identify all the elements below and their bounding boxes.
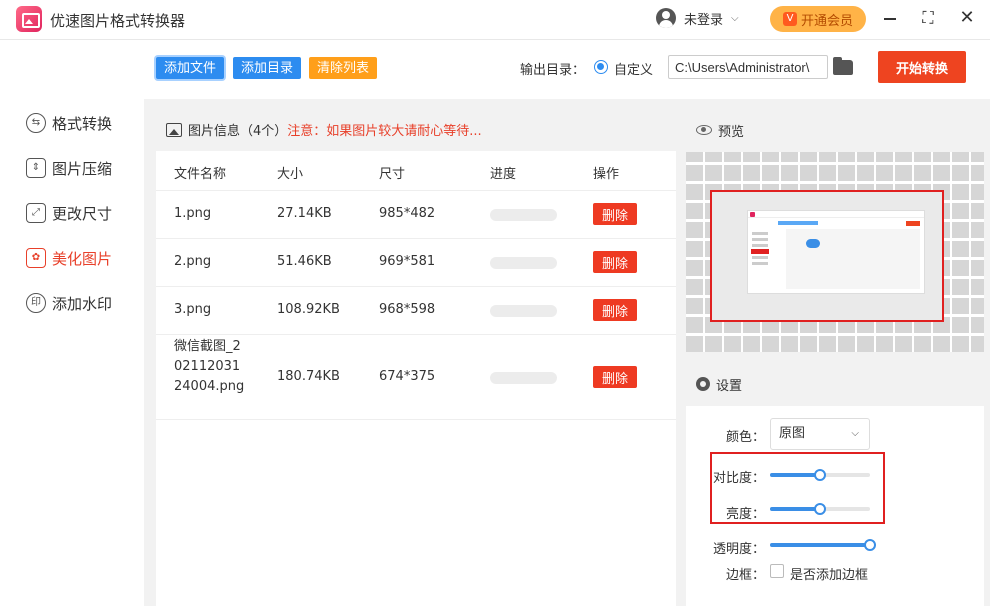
color-label: 颜色： bbox=[726, 430, 766, 445]
preview-panel: 预览 bbox=[686, 108, 984, 352]
app-title: 优速图片格式转换器 bbox=[50, 12, 186, 30]
eye-icon bbox=[696, 125, 712, 135]
file-dims: 969*581 bbox=[379, 254, 436, 269]
table-row: 2.png 51.46KB 969*581 删除 bbox=[156, 239, 676, 287]
border-label: 边框： bbox=[726, 568, 766, 583]
chevron-down-icon: ⌵ bbox=[851, 428, 859, 439]
compress-icon: ⇕ bbox=[26, 158, 46, 178]
app-logo-icon bbox=[16, 6, 42, 32]
preview-header: 预览 bbox=[686, 108, 984, 152]
sidebar-item-beautify[interactable]: ✿ 美化图片 bbox=[26, 246, 112, 270]
watermark-icon: 印 bbox=[26, 293, 46, 313]
opacity-label: 透明度： bbox=[713, 542, 766, 557]
file-name: 1.png bbox=[174, 206, 212, 221]
col-action: 操作 bbox=[593, 167, 620, 182]
delete-button[interactable]: 删除 bbox=[593, 366, 637, 388]
file-dims: 968*598 bbox=[379, 302, 436, 317]
file-panel-title: 图片信息 bbox=[188, 124, 241, 139]
table-row: 1.png 27.14KB 985*482 删除 bbox=[156, 191, 676, 239]
file-panel-header: 图片信息 （4个） 注意：如果图片较大请耐心等待... bbox=[156, 108, 676, 151]
progress-bar bbox=[490, 372, 557, 384]
file-count: （4个） bbox=[240, 124, 288, 139]
file-size: 27.14KB bbox=[277, 206, 332, 221]
vip-label: 开通会员 bbox=[800, 13, 853, 29]
contrast-label: 对比度： bbox=[713, 471, 766, 486]
custom-radio[interactable] bbox=[594, 60, 608, 74]
vip-icon: V bbox=[782, 12, 797, 26]
output-path-input[interactable] bbox=[668, 55, 828, 79]
delete-button[interactable]: 删除 bbox=[593, 203, 637, 225]
border-checkbox-label[interactable]: 是否添加边框 bbox=[790, 564, 868, 583]
brightness-slider[interactable] bbox=[770, 500, 870, 518]
col-progress: 进度 bbox=[490, 167, 517, 182]
sidebar-item-label: 更改尺寸 bbox=[52, 204, 113, 223]
cloud-icon bbox=[806, 239, 820, 248]
preview-thumbnail bbox=[747, 210, 925, 294]
swap-icon: ⇆ bbox=[26, 113, 46, 133]
file-dims: 985*482 bbox=[379, 206, 436, 221]
title-bar: 优速图片格式转换器 未登录 ⌵ V 开通会员 ⛶ ✕ bbox=[0, 0, 990, 40]
output-dir-label: 输出目录： bbox=[520, 63, 586, 78]
table-header: 文件名称 大小 尺寸 进度 操作 bbox=[156, 151, 676, 191]
border-checkbox[interactable] bbox=[770, 564, 784, 578]
user-avatar-icon bbox=[656, 8, 676, 28]
sidebar-item-format-convert[interactable]: ⇆ 格式转换 bbox=[26, 111, 112, 135]
sidebar-item-compress[interactable]: ⇕ 图片压缩 bbox=[26, 156, 112, 180]
progress-bar bbox=[490, 305, 557, 317]
color-select-value: 原图 bbox=[779, 426, 806, 441]
contrast-slider[interactable] bbox=[770, 466, 870, 484]
fullscreen-icon[interactable]: ⛶ bbox=[918, 8, 938, 28]
toolbar: 添加文件 添加目录 清除列表 输出目录： 自定义 开始转换 bbox=[144, 41, 990, 99]
beautify-icon: ✿ bbox=[26, 248, 46, 268]
sidebar-item-label: 美化图片 bbox=[52, 249, 113, 268]
vip-button[interactable]: V 开通会员 bbox=[770, 6, 866, 32]
progress-bar bbox=[490, 257, 557, 269]
minimize-icon[interactable] bbox=[880, 8, 900, 28]
col-size: 大小 bbox=[277, 167, 304, 182]
preview-highlight-frame bbox=[710, 190, 944, 322]
settings-panel: 设置 颜色： 原图 ⌵ 对比度： 亮度： 透明度： 边框： 是否添加边框 bbox=[686, 362, 984, 606]
sidebar: ⇆ 格式转换 ⇕ 图片压缩 ⤢ 更改尺寸 ✿ 美化图片 印 添加水印 bbox=[0, 41, 144, 606]
sidebar-item-resize[interactable]: ⤢ 更改尺寸 bbox=[26, 201, 112, 225]
file-dims: 674*375 bbox=[379, 369, 436, 384]
file-size: 108.92KB bbox=[277, 302, 340, 317]
close-icon[interactable]: ✕ bbox=[957, 8, 977, 28]
delete-button[interactable]: 删除 bbox=[593, 251, 637, 273]
file-size: 51.46KB bbox=[277, 254, 332, 269]
gear-icon bbox=[696, 377, 710, 391]
settings-header: 设置 bbox=[686, 362, 984, 406]
user-login-label: 未登录 bbox=[684, 12, 724, 28]
sidebar-item-label: 格式转换 bbox=[52, 114, 113, 133]
sidebar-item-watermark[interactable]: 印 添加水印 bbox=[26, 291, 112, 315]
file-name: 3.png bbox=[174, 302, 212, 317]
start-convert-button[interactable]: 开始转换 bbox=[878, 51, 966, 83]
clear-list-button[interactable]: 清除列表 bbox=[309, 57, 378, 79]
sidebar-item-label: 图片压缩 bbox=[52, 159, 113, 178]
col-dims: 尺寸 bbox=[379, 167, 406, 182]
color-select[interactable]: 原图 ⌵ bbox=[770, 418, 870, 450]
add-directory-button[interactable]: 添加目录 bbox=[233, 57, 302, 79]
table-row: 微信截图_20211203124004.png 180.74KB 674*375… bbox=[156, 335, 676, 420]
table-row: 3.png 108.92KB 968*598 删除 bbox=[156, 287, 676, 335]
delete-button[interactable]: 删除 bbox=[593, 299, 637, 321]
folder-icon[interactable] bbox=[833, 57, 853, 75]
brightness-label: 亮度： bbox=[726, 507, 766, 522]
settings-title: 设置 bbox=[716, 378, 743, 394]
opacity-slider[interactable] bbox=[770, 536, 876, 554]
custom-radio-label[interactable]: 自定义 bbox=[614, 59, 653, 78]
file-list-panel: 图片信息 （4个） 注意：如果图片较大请耐心等待... 文件名称 大小 尺寸 进… bbox=[156, 108, 676, 606]
image-icon bbox=[166, 122, 182, 137]
file-name: 2.png bbox=[174, 254, 212, 269]
col-filename: 文件名称 bbox=[174, 167, 227, 182]
user-menu[interactable]: 未登录 ⌵ bbox=[656, 7, 739, 29]
file-panel-note: 注意：如果图片较大请耐心等待... bbox=[287, 124, 482, 139]
file-name: 微信截图_20211203124004.png bbox=[174, 339, 245, 394]
file-size: 180.74KB bbox=[277, 369, 340, 384]
progress-bar bbox=[490, 209, 557, 221]
add-file-button[interactable]: 添加文件 bbox=[156, 57, 225, 79]
preview-title: 预览 bbox=[718, 124, 745, 140]
chevron-down-icon: ⌵ bbox=[731, 12, 739, 24]
sidebar-item-label: 添加水印 bbox=[52, 294, 113, 313]
resize-icon: ⤢ bbox=[26, 203, 46, 223]
